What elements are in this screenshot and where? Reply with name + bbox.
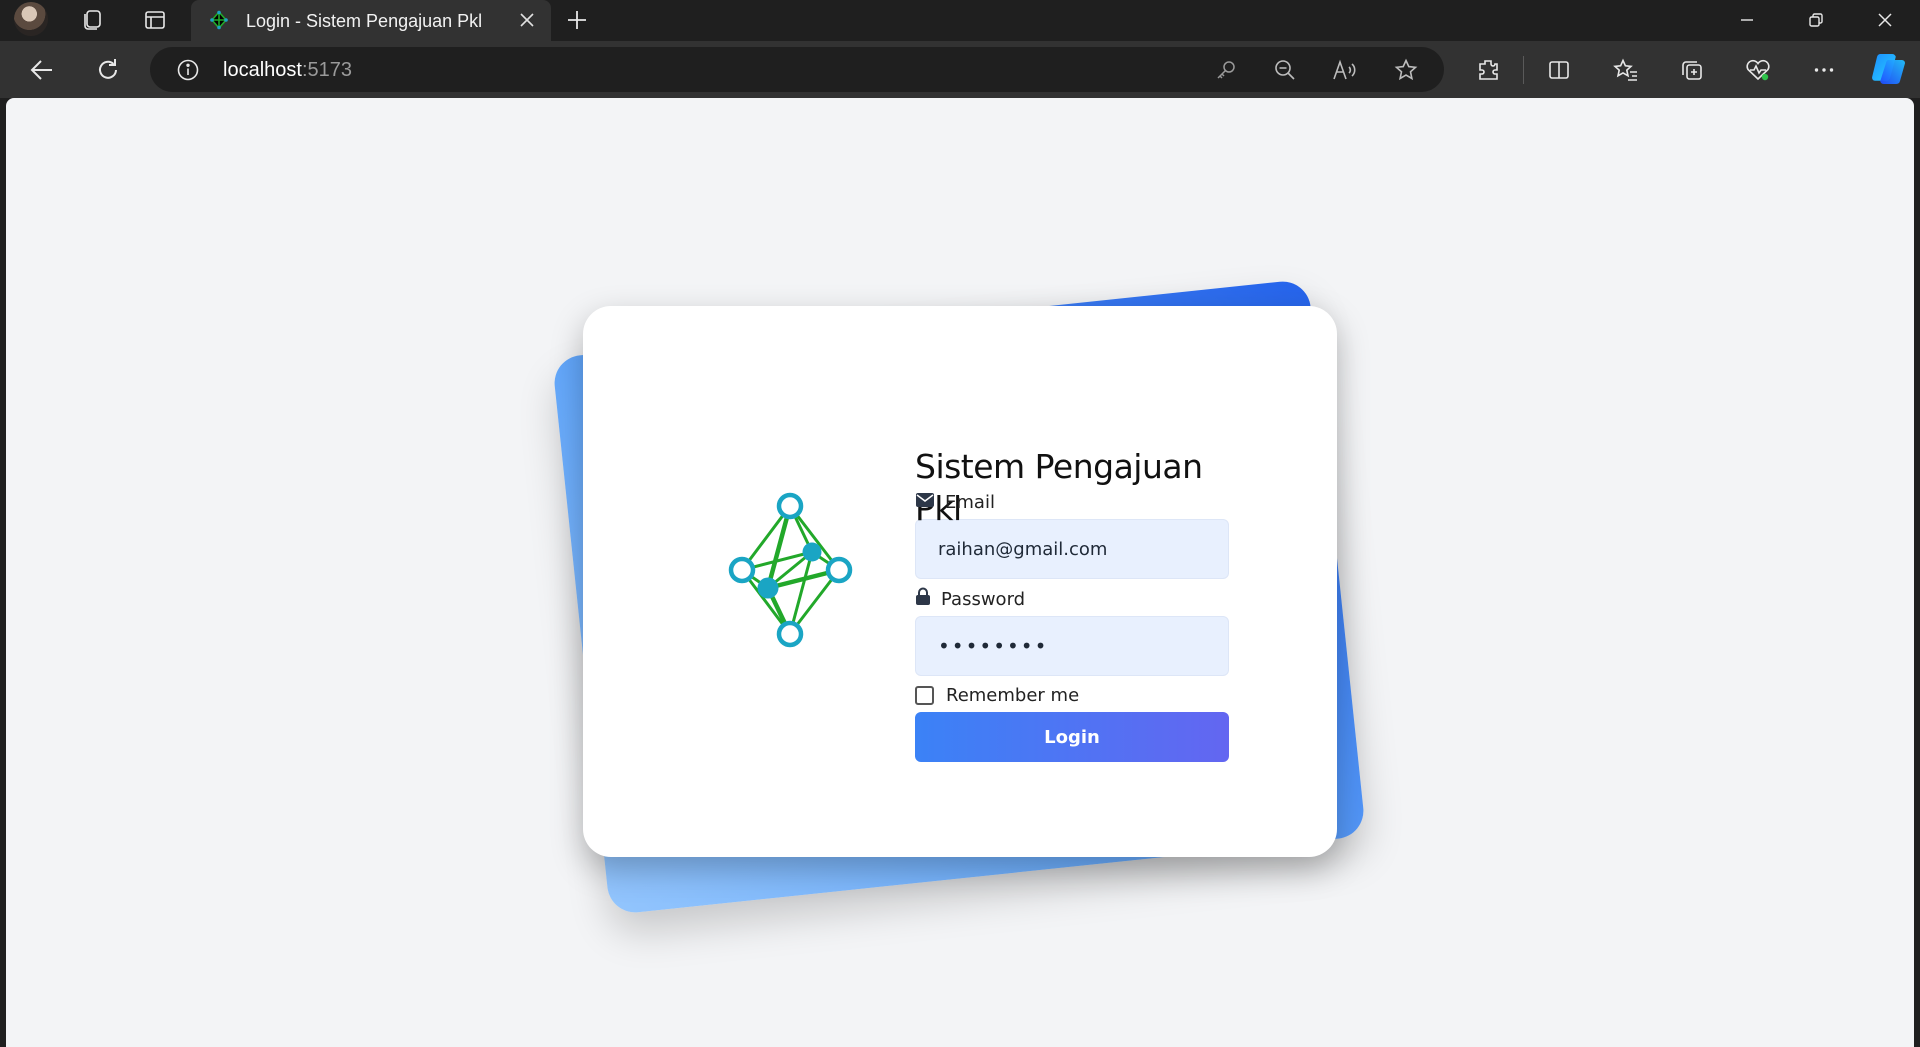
email-field[interactable]: raihan@gmail.com — [915, 519, 1229, 579]
address-host: localhost — [223, 59, 302, 81]
profile-avatar[interactable] — [14, 2, 48, 36]
login-button[interactable]: Login — [915, 712, 1229, 762]
app-logo-icon — [710, 479, 870, 659]
email-label: Email — [945, 491, 995, 513]
envelope-icon — [915, 492, 935, 513]
email-label-row: Email — [915, 488, 1229, 516]
lock-icon — [915, 587, 931, 611]
address-url[interactable]: localhost:5173 — [223, 59, 352, 82]
toolbar-separator — [1523, 56, 1524, 84]
page-viewport: Sistem Pengajuan Pkl Email raihan@gmail.… — [6, 98, 1914, 1047]
close-window-icon[interactable] — [1865, 4, 1905, 36]
read-aloud-icon[interactable] — [1329, 54, 1361, 86]
browser-essentials-icon[interactable] — [1742, 54, 1774, 86]
more-icon[interactable] — [1808, 54, 1840, 86]
password-field[interactable]: •••••••• — [915, 616, 1229, 676]
remember-me-row: Remember me — [915, 682, 1229, 708]
remember-me-checkbox[interactable] — [915, 685, 934, 705]
browser-title-bar: Login - Sistem Pengajuan Pkl — [0, 0, 1920, 41]
favorites-icon[interactable] — [1610, 54, 1642, 86]
tab-title: Login - Sistem Pengajuan Pkl — [246, 11, 483, 31]
password-value: •••••••• — [938, 634, 1049, 658]
close-icon[interactable] — [515, 8, 539, 32]
restore-icon[interactable] — [1796, 4, 1836, 36]
key-icon[interactable] — [1210, 54, 1242, 86]
login-title: Sistem Pengajuan Pkl — [915, 447, 1203, 528]
login-card: Sistem Pengajuan Pkl Email raihan@gmail.… — [583, 306, 1337, 857]
browser-toolbar: localhost:5173 — [0, 41, 1920, 98]
zoom-out-icon[interactable] — [1269, 54, 1301, 86]
remember-me-label[interactable]: Remember me — [946, 685, 1079, 706]
login-form: Sistem Pengajuan Pkl Email raihan@gmail.… — [915, 446, 1229, 762]
email-value: raihan@gmail.com — [938, 538, 1108, 560]
workspaces-icon[interactable] — [77, 5, 107, 35]
collections-icon[interactable] — [1676, 54, 1708, 86]
tab-actions-icon[interactable] — [140, 5, 170, 35]
split-screen-icon[interactable] — [1543, 54, 1575, 86]
address-port: :5173 — [301, 59, 352, 81]
minimize-icon[interactable] — [1727, 4, 1767, 36]
favorite-star-icon[interactable] — [1390, 54, 1422, 86]
new-tab-icon[interactable] — [562, 5, 592, 35]
info-icon[interactable] — [172, 54, 204, 86]
password-label: Password — [941, 588, 1026, 610]
extensions-icon[interactable] — [1472, 54, 1504, 86]
address-bar[interactable]: localhost:5173 — [150, 47, 1444, 92]
refresh-icon[interactable] — [92, 54, 124, 86]
tab-favicon — [209, 10, 229, 30]
active-tab[interactable]: Login - Sistem Pengajuan Pkl — [191, 0, 551, 41]
copilot-icon[interactable] — [1870, 50, 1908, 88]
password-label-row: Password — [915, 585, 1229, 613]
back-icon[interactable] — [26, 54, 58, 86]
